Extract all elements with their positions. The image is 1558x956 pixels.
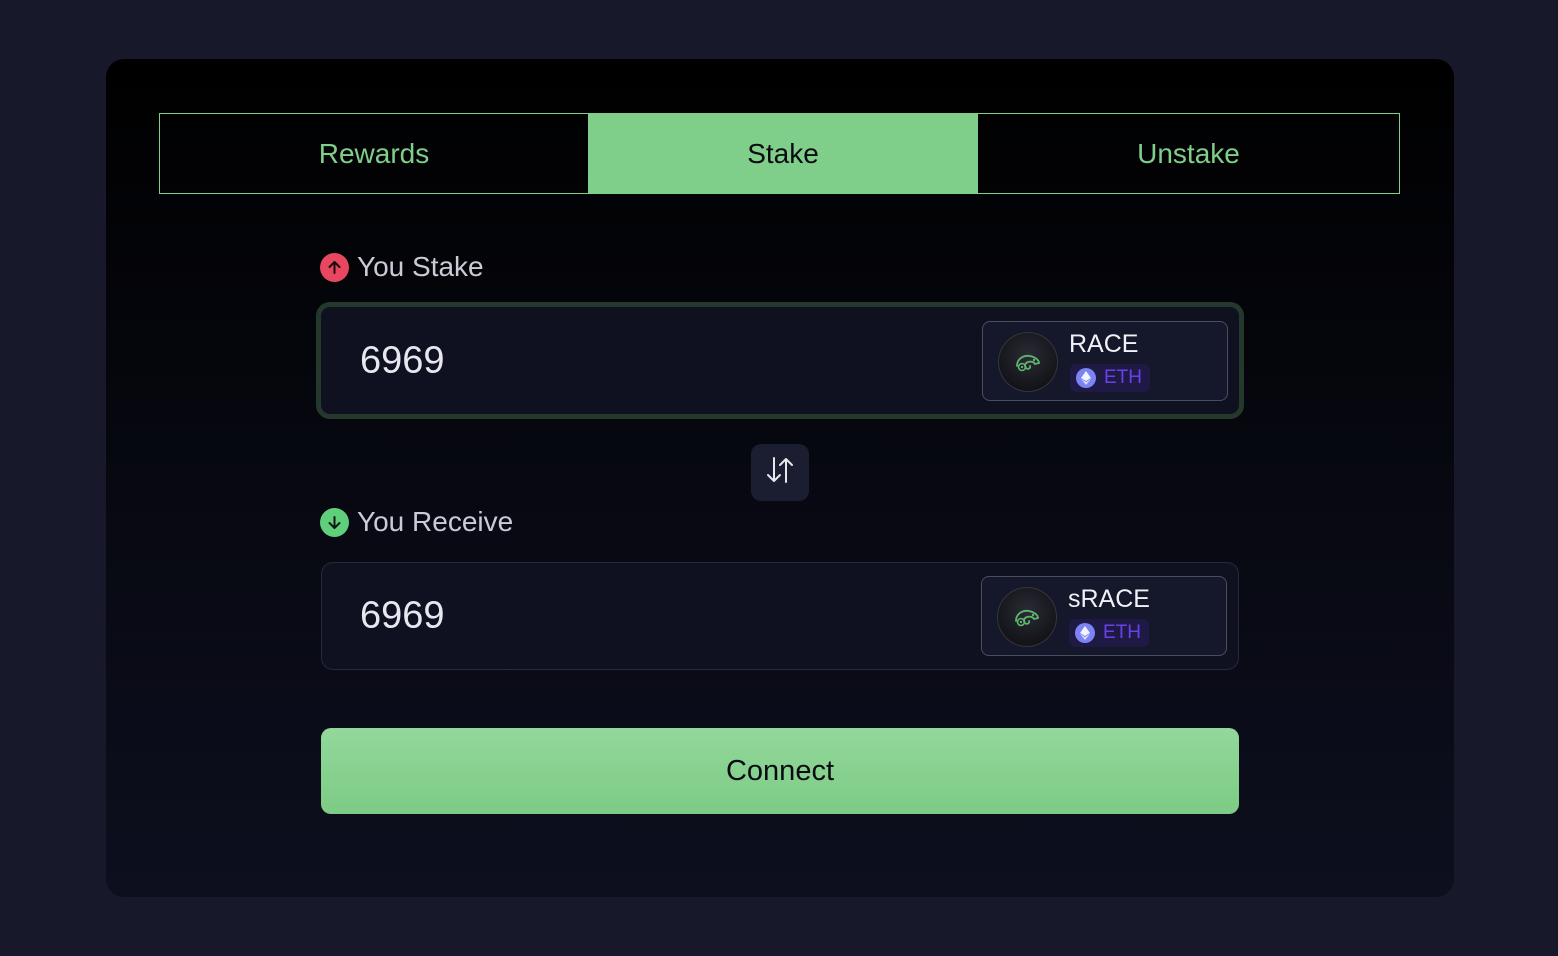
ethereum-icon [1076,367,1096,388]
tab-stake[interactable]: Stake [588,114,978,193]
tab-rewards[interactable]: Rewards [160,114,588,193]
receive-token-selector[interactable]: sRACE ETH [981,576,1227,656]
receive-amount-input[interactable] [358,593,922,639]
chameleon-icon [998,331,1058,392]
staking-card: Rewards Stake Unstake You Stake RACE [106,59,1454,897]
receive-chain-badge: ETH [1069,619,1149,647]
stake-chain-badge: ETH [1070,363,1150,392]
tab-unstake[interactable]: Unstake [978,114,1399,193]
receive-token-name: sRACE [1068,585,1150,613]
stake-input-field: RACE ETH [316,302,1244,419]
arrow-up-icon [320,252,349,282]
arrow-down-icon [320,507,349,537]
tab-bar: Rewards Stake Unstake [159,113,1400,194]
chameleon-icon [997,587,1057,647]
you-stake-text: You Stake [357,251,484,282]
stake-token-name: RACE [1069,329,1139,358]
stake-chain-label: ETH [1104,366,1142,388]
swap-vertical-icon [764,454,796,491]
receive-output-field: sRACE ETH [321,562,1239,670]
you-receive-label: You Receive [320,506,513,538]
stake-amount-input[interactable] [358,338,922,383]
stake-token-selector[interactable]: RACE ETH [982,320,1228,401]
you-receive-text: You Receive [357,506,514,537]
you-stake-label: You Stake [320,251,484,283]
receive-chain-label: ETH [1103,622,1141,643]
connect-button[interactable]: Connect [321,728,1239,814]
swap-button[interactable] [751,444,809,501]
ethereum-icon [1075,623,1095,643]
